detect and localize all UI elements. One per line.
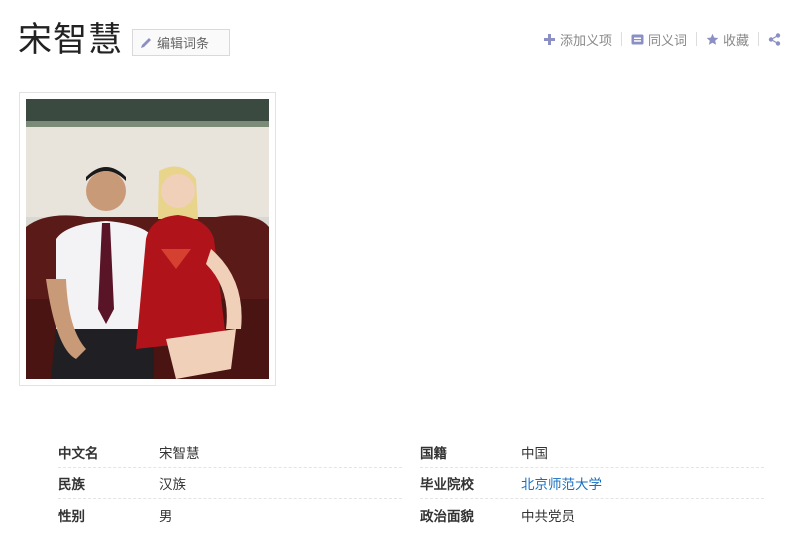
- info-row: 中文名 宋智慧: [58, 437, 402, 468]
- plus-icon: [543, 33, 555, 45]
- info-value: 中共党员: [521, 508, 575, 525]
- star-icon: [706, 33, 719, 45]
- favorite-label: 收藏: [722, 33, 749, 49]
- info-label: 中文名: [58, 446, 99, 462]
- info-row: 政治面貌 中共党员: [420, 499, 764, 530]
- photo-image: [26, 99, 269, 379]
- add-sense-button[interactable]: 添加义项: [534, 30, 621, 49]
- info-row: 毕业院校 北京师范大学: [420, 468, 764, 499]
- info-label: 国籍: [420, 446, 447, 462]
- synonym-button[interactable]: 同义词: [622, 30, 696, 49]
- pencil-icon: [141, 37, 151, 48]
- synonym-icon: [631, 34, 644, 44]
- person-photo: [26, 99, 269, 379]
- info-row: 民族 汉族: [58, 468, 402, 499]
- summary-photo[interactable]: [19, 92, 276, 386]
- share-button[interactable]: [759, 32, 790, 46]
- info-value: 宋智慧: [159, 446, 200, 462]
- info-value: 男: [159, 508, 173, 525]
- info-value: 中国: [521, 446, 548, 462]
- add-sense-label: 添加义项: [559, 33, 612, 49]
- info-value: 汉族: [159, 477, 186, 493]
- favorite-button[interactable]: 收藏: [697, 30, 758, 49]
- info-row: 性别 男: [58, 499, 402, 530]
- basic-info-left: 中文名 宋智慧 民族 汉族 性别 男: [58, 437, 402, 530]
- basic-info-right: 国籍 中国 毕业院校 北京师范大学 政治面貌 中共党员: [420, 437, 764, 530]
- edit-entry-button[interactable]: 编辑词条: [132, 29, 230, 56]
- university-link[interactable]: 北京师范大学: [521, 473, 602, 493]
- info-row: 国籍 中国: [420, 437, 764, 468]
- page-title: 宋智慧: [18, 20, 123, 60]
- synonym-label: 同义词: [647, 33, 687, 49]
- info-label: 性别: [58, 508, 85, 525]
- header-actions: 添加义项 同义词 收藏: [534, 28, 790, 50]
- info-label: 民族: [58, 477, 85, 493]
- info-label: 政治面貌: [420, 508, 474, 525]
- share-icon: [768, 32, 781, 46]
- edit-entry-label: 编辑词条: [157, 37, 210, 52]
- info-label: 毕业院校: [420, 477, 474, 493]
- basic-info: 中文名 宋智慧 民族 汉族 性别 男 国籍 中国 毕业院校 北京师范大学 政治面…: [58, 437, 764, 530]
